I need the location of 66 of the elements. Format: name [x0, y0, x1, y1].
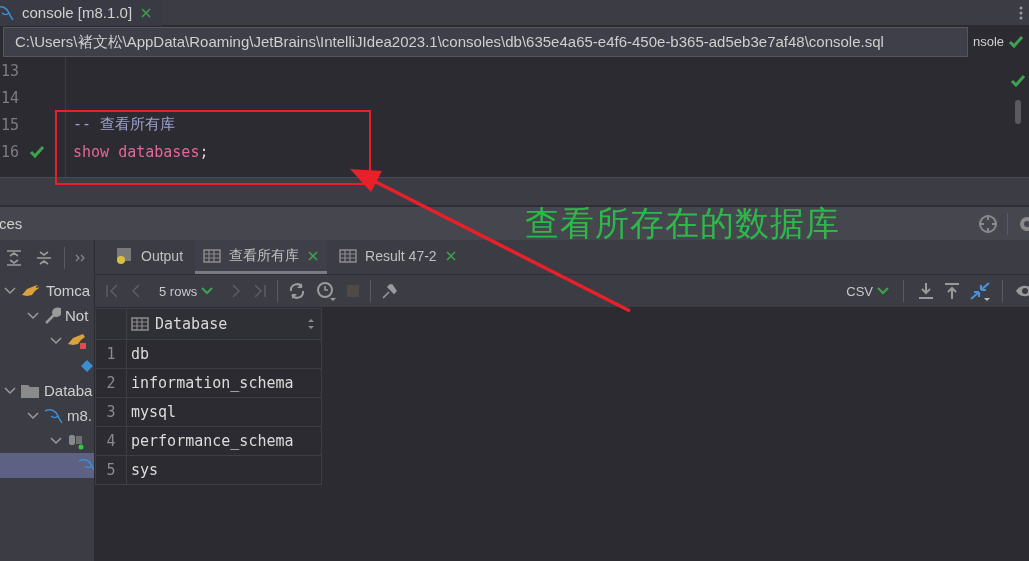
row-count-dropdown[interactable]: 5 rows	[159, 283, 214, 299]
chevron-icon[interactable]	[4, 285, 16, 296]
toolbar-label: nsole	[972, 34, 1004, 49]
check-icon	[29, 144, 45, 159]
check-icon	[1008, 34, 1024, 49]
table-cell: information_schema	[126, 368, 322, 398]
upload-icon[interactable]	[944, 282, 960, 300]
code-punctuation: ;	[199, 142, 209, 161]
line-number: 14	[1, 88, 21, 107]
double-chevron-icon[interactable]	[75, 252, 87, 263]
cat-icon	[66, 331, 88, 350]
chevron-icon	[877, 286, 889, 296]
row-number: 3	[95, 397, 127, 427]
close-icon[interactable]	[444, 249, 457, 262]
sort-icon[interactable]	[307, 318, 315, 330]
tree-item[interactable]: Not	[0, 303, 94, 328]
table-cell: mysql	[126, 397, 322, 427]
scrollbar[interactable]	[1015, 100, 1021, 124]
result-tab[interactable]: 查看所有库	[195, 240, 328, 274]
close-icon[interactable]	[307, 249, 320, 262]
result-tab[interactable]: Output	[107, 240, 192, 274]
line-number: 16	[1, 142, 21, 161]
chevron-icon[interactable]	[27, 310, 39, 321]
crosshair-icon[interactable]	[977, 212, 999, 235]
table-icon	[339, 247, 358, 264]
format-dropdown[interactable]: CSV	[846, 283, 889, 299]
sql-keyword: show databases	[73, 142, 200, 161]
chevron-icon[interactable]	[50, 335, 62, 346]
tree-item[interactable]: Databa	[0, 378, 94, 403]
status-check-icon	[1010, 74, 1026, 88]
refresh-icon[interactable]	[288, 282, 307, 300]
close-icon[interactable]	[140, 6, 153, 19]
table-cell: sys	[126, 455, 322, 485]
tree-item[interactable]: m8.	[0, 403, 94, 428]
compare-arrows-icon[interactable]	[970, 281, 990, 301]
download-icon[interactable]	[918, 282, 934, 300]
more-icon[interactable]	[1019, 4, 1023, 21]
row-number: 4	[95, 426, 127, 456]
tree-item[interactable]: Tomca	[0, 278, 94, 303]
column-header[interactable]: Database	[126, 308, 322, 340]
table-icon	[131, 316, 149, 332]
history-icon[interactable]	[316, 281, 337, 301]
folder-icon	[20, 382, 40, 399]
table-cell: db	[126, 339, 322, 369]
pin-icon[interactable]	[381, 282, 400, 300]
chevron-icon	[201, 286, 214, 296]
table-cell: performance_schema	[126, 426, 322, 456]
row-number: 2	[95, 368, 127, 398]
chevron-icon[interactable]	[27, 410, 39, 421]
cat-icon	[20, 282, 42, 299]
wrench-icon	[43, 306, 61, 325]
line-number: 15	[1, 115, 21, 134]
chevron-icon[interactable]	[50, 435, 62, 446]
table-icon	[203, 247, 222, 264]
splitter[interactable]	[0, 177, 1029, 207]
expand-all-icon[interactable]	[4, 247, 24, 268]
row-number: 1	[95, 339, 127, 369]
row-number: 5	[95, 455, 127, 485]
code-comment: -- 查看所有库	[73, 115, 176, 134]
panel-title: ces	[0, 215, 23, 232]
annotation-caption: 查看所存在的数据库	[525, 202, 840, 245]
path-tooltip: C:\Users\褚文松\AppData\Roaming\JetBrains\IntelliJIdea2023.1\consoles\db\635e4a65-e4f6-450e-b365-ad5eb3e7af48\console.sql	[3, 27, 968, 57]
result-tab[interactable]: Result 47-2	[331, 240, 465, 274]
chevron-icon[interactable]	[4, 385, 16, 396]
line-number: 13	[1, 61, 21, 80]
output-icon	[115, 246, 133, 265]
